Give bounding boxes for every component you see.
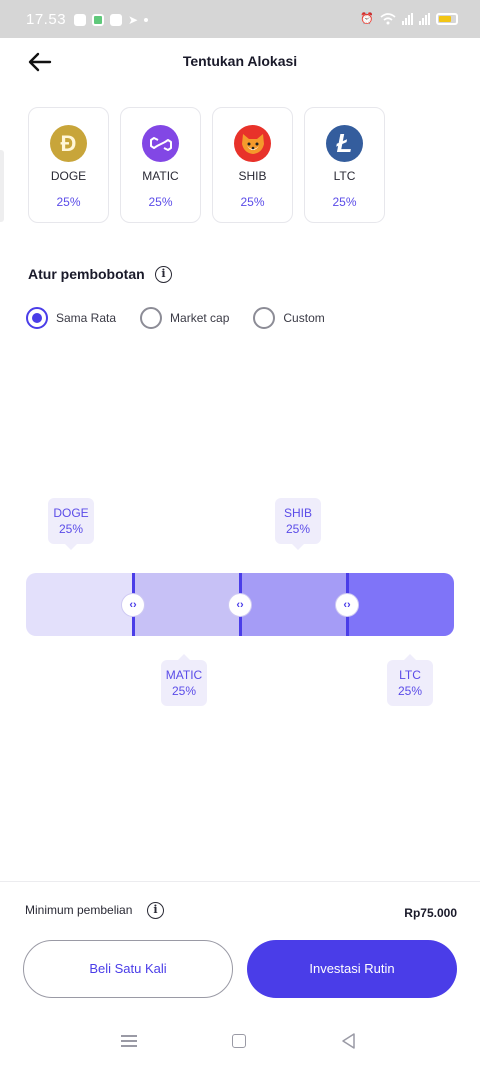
- radio-button[interactable]: [253, 307, 276, 329]
- radio-sama-rata[interactable]: Sama Rata: [26, 307, 116, 329]
- allocation-label-doge: DOGE 25%: [48, 498, 94, 550]
- alarm-icon: ⏰: [360, 13, 374, 25]
- system-icons: ⏰: [360, 12, 458, 25]
- allocation-label-shib: SHIB 25%: [275, 498, 321, 550]
- coin-card-doge[interactable]: Ð DOGE 25%: [28, 107, 109, 223]
- status-time: 17.53: [26, 11, 67, 28]
- coin-symbol: MATIC: [142, 169, 179, 183]
- signal-icon-2: [419, 12, 430, 25]
- weighting-title: Atur pembobotan: [28, 266, 145, 282]
- coin-percent: 25%: [56, 195, 81, 209]
- allocation-label-matic: MATIC 25%: [161, 654, 207, 706]
- info-icon[interactable]: i: [155, 266, 172, 283]
- coin-symbol: LTC: [333, 169, 356, 183]
- chat-icon: [92, 14, 104, 26]
- allocation-segment-matic: [133, 573, 240, 636]
- drag-handle-icon[interactable]: ‹›: [335, 592, 359, 617]
- allocation-percent: 25%: [171, 684, 197, 698]
- coin-card-matic[interactable]: MATIC 25%: [120, 107, 201, 223]
- home-icon[interactable]: [232, 1034, 246, 1048]
- allocation-symbol: MATIC: [165, 668, 203, 682]
- dogecoin-logo-icon: Ð: [50, 125, 87, 162]
- coin-symbol: DOGE: [50, 169, 87, 183]
- game-icon: [110, 14, 122, 26]
- radio-label: Custom: [283, 311, 325, 325]
- allocation-label-ltc: LTC 25%: [387, 654, 433, 706]
- allocation-percent: 25%: [285, 522, 311, 536]
- allocation-segment-doge: [26, 573, 133, 636]
- coin-card-shib[interactable]: SHIB 25%: [212, 107, 293, 223]
- shiba-inu-logo-icon: [234, 125, 271, 162]
- polygon-logo-icon: [142, 125, 179, 162]
- coin-card-list: Ð DOGE 25% MATIC 25% SHIB 25% Ł LTC 25%: [28, 107, 385, 223]
- litecoin-logo-icon: Ł: [326, 125, 363, 162]
- coin-percent: 25%: [148, 195, 173, 209]
- allocation-symbol: SHIB: [283, 506, 312, 520]
- wifi-icon: [380, 12, 396, 24]
- allocation-segment-shib: [240, 573, 347, 636]
- signal-icon: [402, 12, 413, 25]
- allocation-symbol: LTC: [399, 668, 421, 682]
- allocation-symbol: DOGE: [53, 506, 89, 520]
- status-bar: 17.53 ➤ ⏰: [0, 0, 480, 38]
- footer-divider: [0, 881, 480, 882]
- weighting-options: Sama Rata Market cap Custom: [26, 307, 349, 329]
- recent-apps-icon[interactable]: [121, 1035, 137, 1047]
- info-icon[interactable]: i: [147, 902, 164, 919]
- page-title: Tentukan Alokasi: [182, 53, 298, 69]
- drag-handle-icon[interactable]: ‹›: [228, 592, 252, 617]
- drag-handle-icon[interactable]: ‹›: [121, 592, 145, 617]
- allocation-segment-ltc: [347, 573, 454, 636]
- facebook-icon: [74, 14, 86, 26]
- radio-button[interactable]: [140, 307, 163, 329]
- more-dot-icon: [144, 18, 149, 22]
- app-bar: Tentukan Alokasi: [0, 38, 480, 84]
- radio-button-selected[interactable]: [26, 307, 48, 329]
- nav-back-icon[interactable]: [340, 1032, 358, 1050]
- battery-icon: [436, 12, 458, 25]
- minimum-purchase-label: Minimum pembelian: [25, 903, 133, 917]
- allocation-percent: 25%: [397, 684, 423, 698]
- telegram-icon: ➤: [128, 13, 139, 27]
- minimum-purchase-value: Rp75.000: [404, 906, 457, 920]
- notification-icons: ➤: [74, 13, 149, 27]
- coin-card-ltc[interactable]: Ł LTC 25%: [304, 107, 385, 223]
- radio-custom[interactable]: Custom: [253, 307, 325, 329]
- scroll-indicator: [0, 150, 4, 222]
- coin-percent: 25%: [332, 195, 357, 209]
- radio-market-cap[interactable]: Market cap: [140, 307, 229, 329]
- system-nav-bar: [0, 1020, 480, 1066]
- coin-percent: 25%: [240, 195, 265, 209]
- allocation-percent: 25%: [58, 522, 84, 536]
- recurring-invest-button[interactable]: Investasi Rutin: [247, 940, 457, 998]
- buy-once-button[interactable]: Beli Satu Kali: [23, 940, 233, 998]
- radio-label: Sama Rata: [56, 311, 117, 325]
- radio-label: Market cap: [170, 311, 230, 325]
- coin-symbol: SHIB: [238, 169, 267, 183]
